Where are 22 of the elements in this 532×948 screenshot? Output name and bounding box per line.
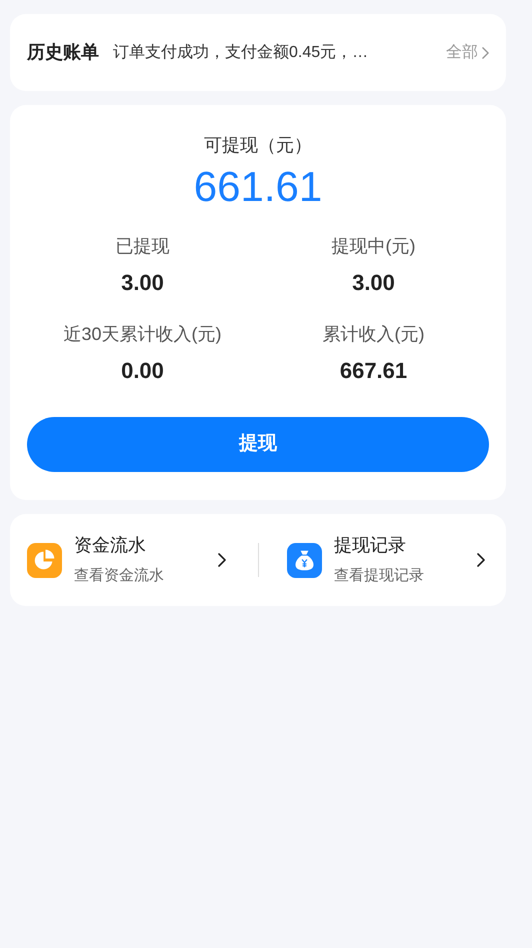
history-title: 历史账单	[27, 41, 99, 64]
shortcut-subtitle: 查看提现记录	[334, 566, 424, 586]
pie-chart-icon	[27, 542, 62, 578]
stat-value: 3.00	[352, 269, 395, 297]
shortcut-subtitle: 查看资金流水	[74, 566, 164, 586]
stat-value: 3.00	[121, 269, 164, 297]
shortcut-title[interactable]: 资金流水	[74, 532, 164, 560]
stat-label: 提现中(元)	[332, 235, 416, 258]
money-bag-icon	[287, 542, 322, 578]
balance-label: 可提现（元）	[204, 134, 312, 157]
stat-value: 0.00	[121, 357, 164, 385]
stat-label: 已提现	[116, 235, 170, 258]
chevron-right-icon	[477, 553, 485, 567]
withdraw-button[interactable]: 提现	[27, 417, 489, 472]
shortcut-title[interactable]: 提现记录	[334, 532, 424, 560]
balance-amount: 661.61	[194, 162, 322, 212]
stat-value: 667.61	[340, 357, 408, 385]
stat-label: 累计收入(元)	[322, 323, 424, 346]
latest-message: 订单支付成功，支付金额0.45元，…	[113, 42, 368, 62]
chevron-right-icon	[218, 553, 226, 567]
stat-label: 近30天累计收入(元)	[63, 323, 222, 346]
chevron-right-icon	[482, 46, 489, 58]
